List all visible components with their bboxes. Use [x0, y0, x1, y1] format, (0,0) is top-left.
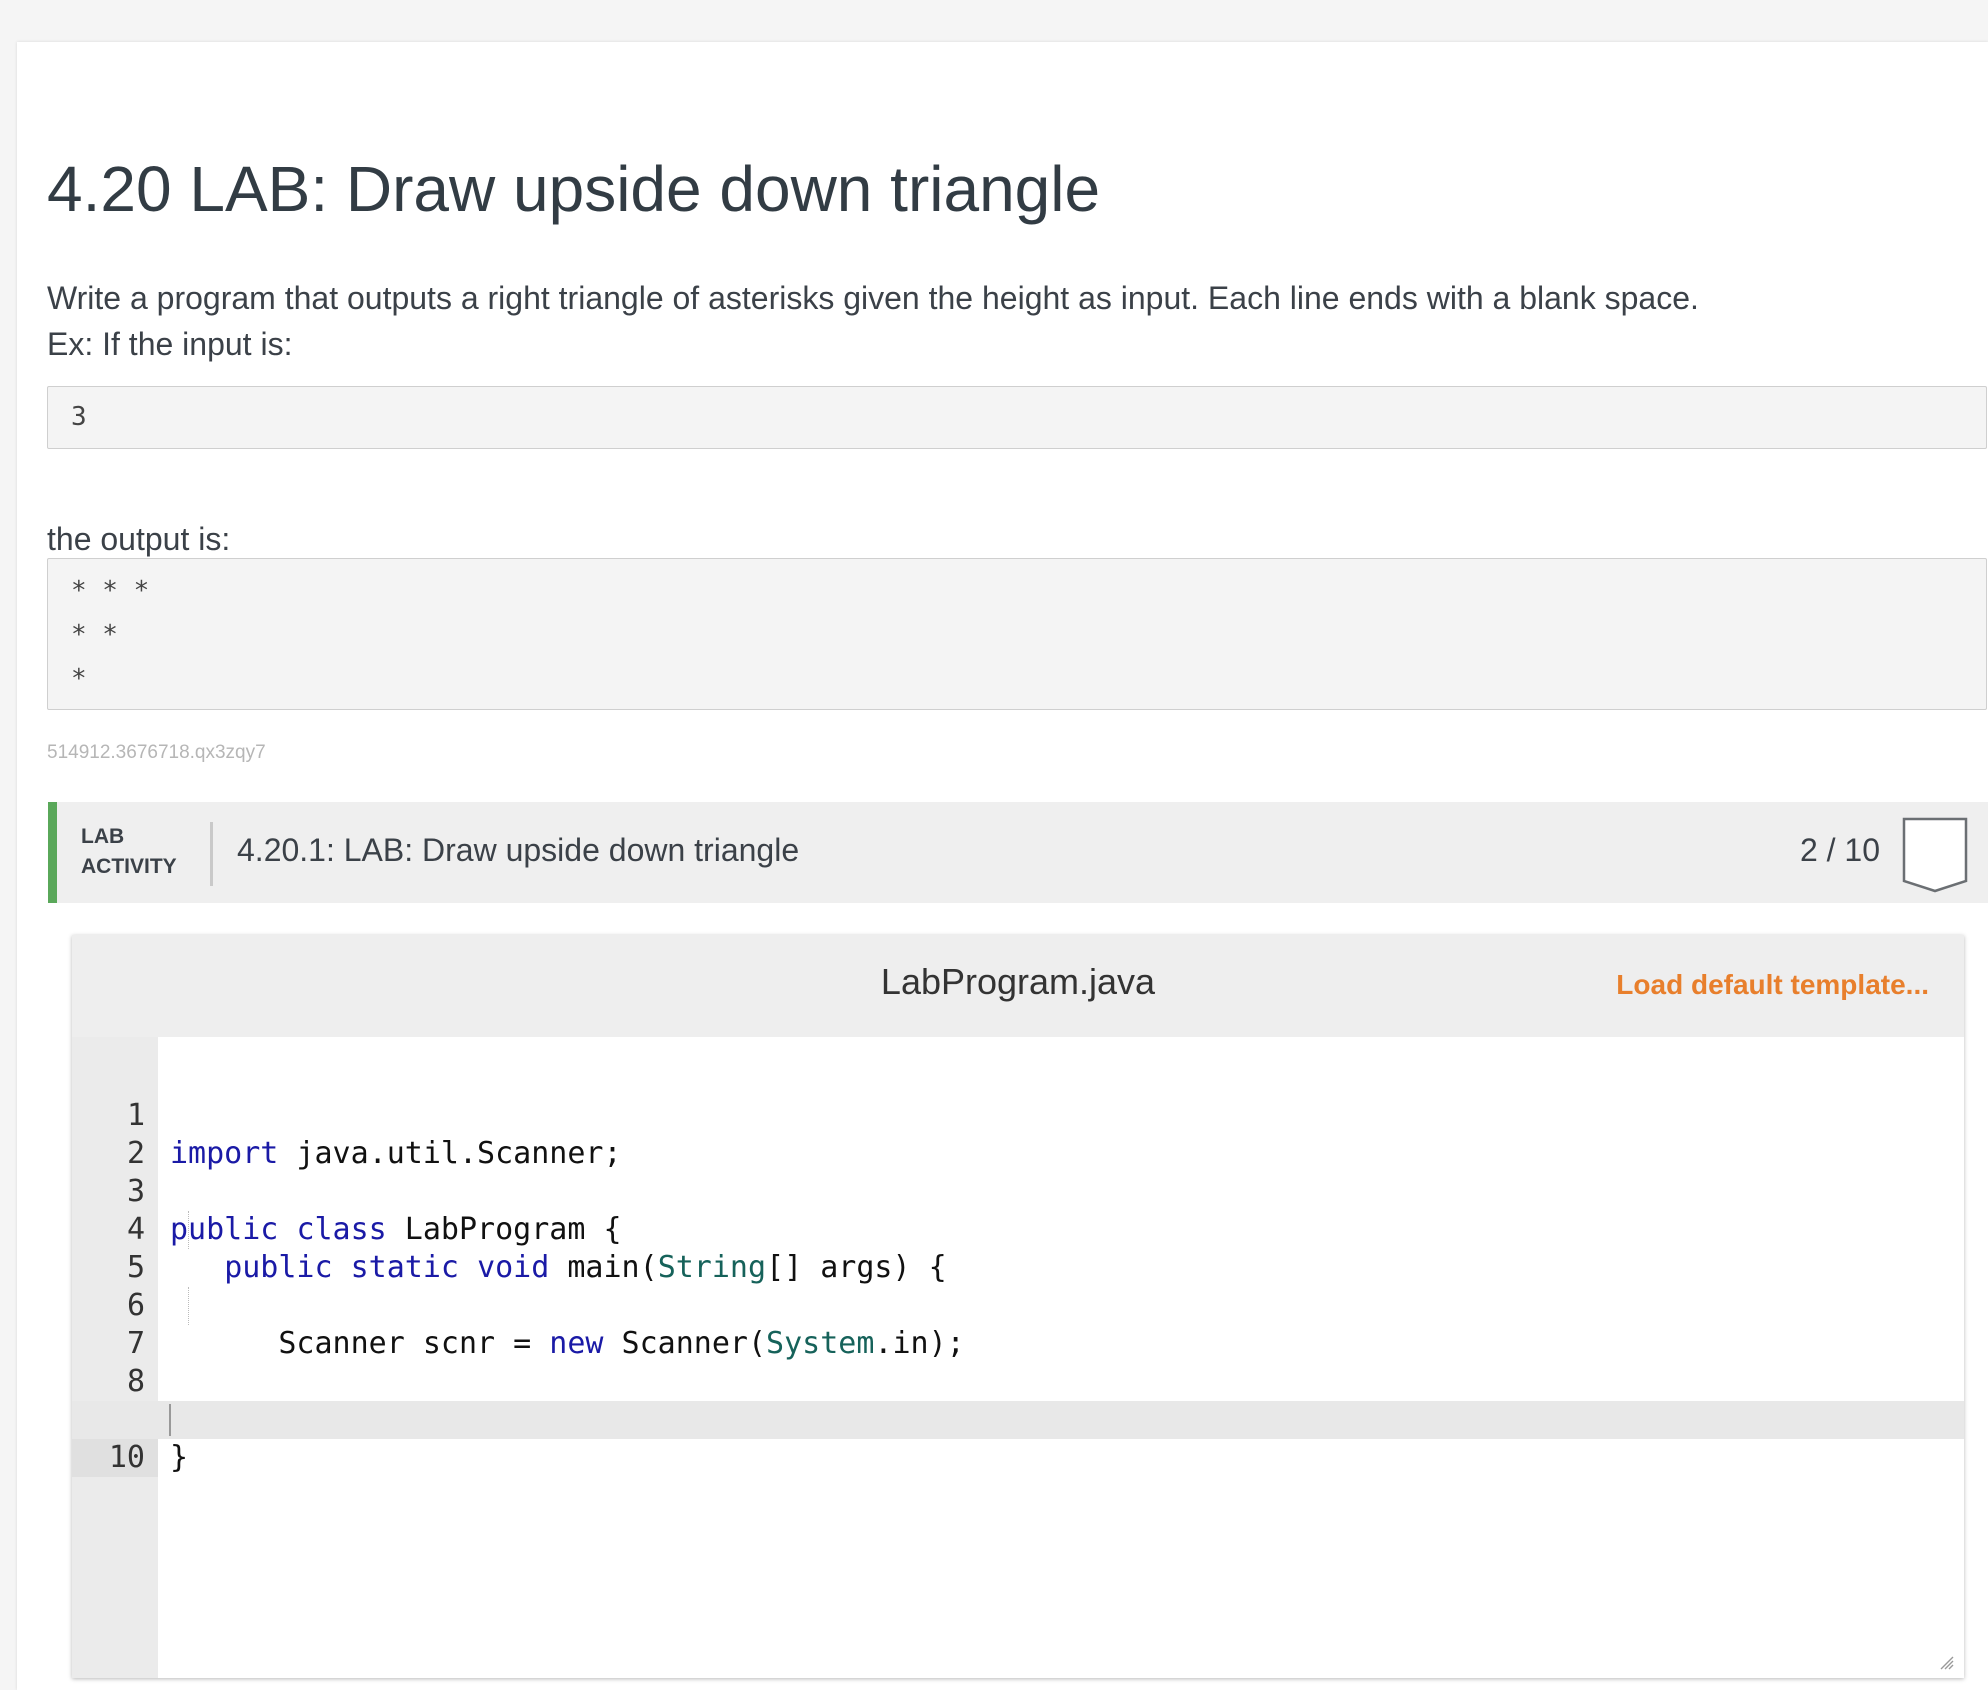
- example-output-line: * * *: [71, 576, 150, 606]
- line-number: 10: [72, 1439, 158, 1477]
- code-line[interactable]: 8 }: [72, 1325, 1964, 1437]
- code-line[interactable]: 5 Scanner scnr = new Scanner(System.in);: [72, 1211, 1964, 1361]
- content-id: 514912.3676718.qx3zqy7: [47, 742, 266, 763]
- load-default-template-link[interactable]: Load default template...: [1616, 969, 1929, 1001]
- text-cursor: [169, 1404, 171, 1436]
- code-line-active[interactable]: 10: [72, 1401, 1964, 1477]
- lab-divider: [210, 822, 213, 886]
- indent-guide: [188, 1287, 189, 1325]
- shield-badge-icon: [1902, 817, 1968, 893]
- example-output-line: *: [71, 664, 87, 694]
- lab-title: 4.20.1: LAB: Draw upside down triangle: [237, 832, 800, 868]
- problem-description: Write a program that outputs a right tri…: [47, 280, 1699, 316]
- example-input-line: 3: [71, 402, 87, 432]
- code-line[interactable]: 3 public class LabProgram {: [72, 1135, 1964, 1247]
- page-card: 4.20 LAB: Draw upside down triangle Writ…: [17, 42, 1988, 1690]
- example-output-line: * *: [71, 620, 118, 650]
- output-intro: the output is:: [47, 521, 231, 557]
- code-editor-panel: LabProgram.java Load default template...…: [72, 935, 1964, 1678]
- resize-grip-icon[interactable]: [1940, 1656, 1954, 1670]
- code-line[interactable]: 2: [72, 1097, 1964, 1171]
- code-line[interactable]: 7 /* Type your code here. */: [72, 1287, 1964, 1437]
- page-title: 4.20 LAB: Draw upside down triangle: [47, 153, 1101, 225]
- example-input-box: 3: [47, 386, 1987, 449]
- lab-activity-tag: LAB ACTIVITY: [81, 822, 177, 882]
- lab-score: 2 / 10: [1799, 832, 1880, 868]
- editor-header: LabProgram.java Load default template...: [72, 935, 1964, 1037]
- code-line[interactable]: 6: [72, 1249, 1964, 1323]
- code-editor[interactable]: 1 import java.util.Scanner; 2 3 public c…: [72, 1037, 1964, 1678]
- example-intro: Ex: If the input is:: [47, 326, 293, 362]
- code-area[interactable]: 1 import java.util.Scanner; 2 3 public c…: [72, 1059, 1964, 1477]
- lab-tag-line: LAB: [81, 825, 125, 848]
- lab-tag-line: ACTIVITY: [81, 855, 177, 878]
- code-line[interactable]: 4 public static void main(String[] args)…: [72, 1173, 1964, 1285]
- code-line[interactable]: 9 }: [72, 1363, 1964, 1475]
- code-line[interactable]: 1 import java.util.Scanner;: [72, 1059, 1964, 1171]
- lab-activity-header: LAB ACTIVITY 4.20.1: LAB: Draw upside do…: [48, 802, 1988, 903]
- indent-guide: [188, 1211, 189, 1249]
- example-output-box: * * * * * *: [47, 558, 1987, 710]
